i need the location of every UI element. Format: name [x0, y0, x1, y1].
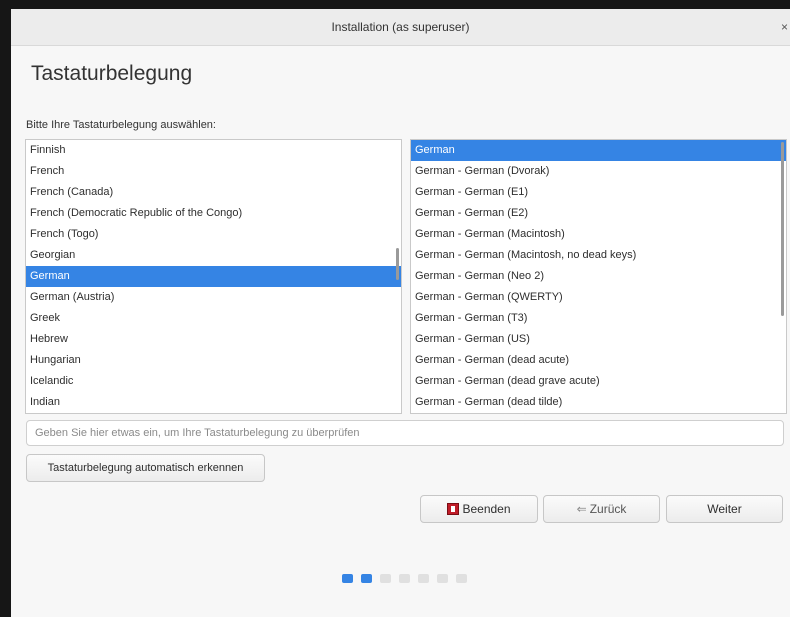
progress-dot — [380, 574, 391, 583]
progress-dot — [456, 574, 467, 583]
progress-dot — [418, 574, 429, 583]
layout-list-item[interactable]: Georgian — [26, 245, 401, 266]
window-title: Installation (as superuser) — [331, 20, 470, 34]
progress-dot — [342, 574, 353, 583]
progress-dot — [437, 574, 448, 583]
layout-list-item[interactable]: German — [26, 266, 401, 287]
variant-list-item[interactable]: German - German (dead grave acute) — [411, 371, 786, 392]
keyboard-variant-list[interactable]: German German - German (Dvorak) German - G… — [410, 139, 787, 414]
detect-layout-button[interactable]: Tastaturbelegung automatisch erkennen — [26, 454, 265, 482]
layout-list-item[interactable]: Icelandic — [26, 371, 401, 392]
progress-dot — [399, 574, 410, 583]
variant-list-item[interactable]: German - German (E2) — [411, 203, 786, 224]
variant-list-item[interactable]: German - German (dead acute) — [411, 350, 786, 371]
quit-button[interactable]: Beenden — [420, 495, 538, 523]
next-button[interactable]: Weiter — [666, 495, 783, 523]
variant-list-item[interactable]: German — [411, 140, 786, 161]
layout-list-scrollbar[interactable] — [396, 248, 399, 280]
keyboard-test-input[interactable] — [26, 420, 784, 446]
instruction-label: Bitte Ihre Tastaturbelegung auswählen: — [26, 119, 216, 131]
variant-list-item[interactable]: German - German (E1) — [411, 182, 786, 203]
variant-list-item[interactable]: German - German (Macintosh) — [411, 224, 786, 245]
detect-layout-label: Tastaturbelegung automatisch erkennen — [47, 462, 244, 474]
back-arrow-icon: ⇐ — [576, 502, 587, 516]
layout-list-item[interactable]: Indian — [26, 392, 401, 413]
installer-window: Installation (as superuser) × Tastaturbe… — [11, 9, 790, 617]
variant-list-item[interactable]: German - German (Neo 2) — [411, 266, 786, 287]
variant-list-item[interactable]: German - German (Macintosh, no dead keys… — [411, 245, 786, 266]
variant-list-item[interactable]: German - German (US) — [411, 329, 786, 350]
layout-list-item[interactable]: German (Austria) — [26, 287, 401, 308]
quit-icon — [447, 503, 460, 515]
close-icon[interactable]: × — [768, 9, 790, 45]
variant-list-item[interactable]: German - German (QWERTY) — [411, 287, 786, 308]
layout-list-item[interactable]: Greek — [26, 308, 401, 329]
layout-list-item[interactable]: Hebrew — [26, 329, 401, 350]
page-title: Tastaturbelegung — [31, 62, 193, 85]
variant-list-item[interactable]: German - German (Dvorak) — [411, 161, 786, 182]
layout-list-item[interactable]: French (Canada) — [26, 182, 401, 203]
layout-list-item[interactable]: Finnish — [26, 140, 401, 161]
back-label: Zurück — [589, 502, 627, 516]
keyboard-layout-list[interactable]: Finnish French French (Canada) French (Demo… — [25, 139, 402, 414]
quit-label: Beenden — [462, 502, 511, 516]
back-button[interactable]: ⇐ Zurück — [543, 495, 660, 523]
progress-indicator — [342, 574, 467, 583]
layout-list-item[interactable]: Hungarian — [26, 350, 401, 371]
screen-left-edge — [0, 0, 11, 617]
layout-list-item[interactable]: French — [26, 161, 401, 182]
next-label: Weiter — [707, 502, 742, 516]
variant-list-item[interactable]: German - German (dead tilde) — [411, 392, 786, 413]
title-bar[interactable]: Installation (as superuser) × — [11, 9, 790, 46]
variant-list-scrollbar[interactable] — [781, 142, 784, 316]
variant-list-item[interactable]: German - German (T3) — [411, 308, 786, 329]
layout-list-item[interactable]: French (Togo) — [26, 224, 401, 245]
progress-dot — [361, 574, 372, 583]
screen-top-edge — [0, 0, 790, 9]
layout-list-item[interactable]: French (Democratic Republic of the Congo… — [26, 203, 401, 224]
